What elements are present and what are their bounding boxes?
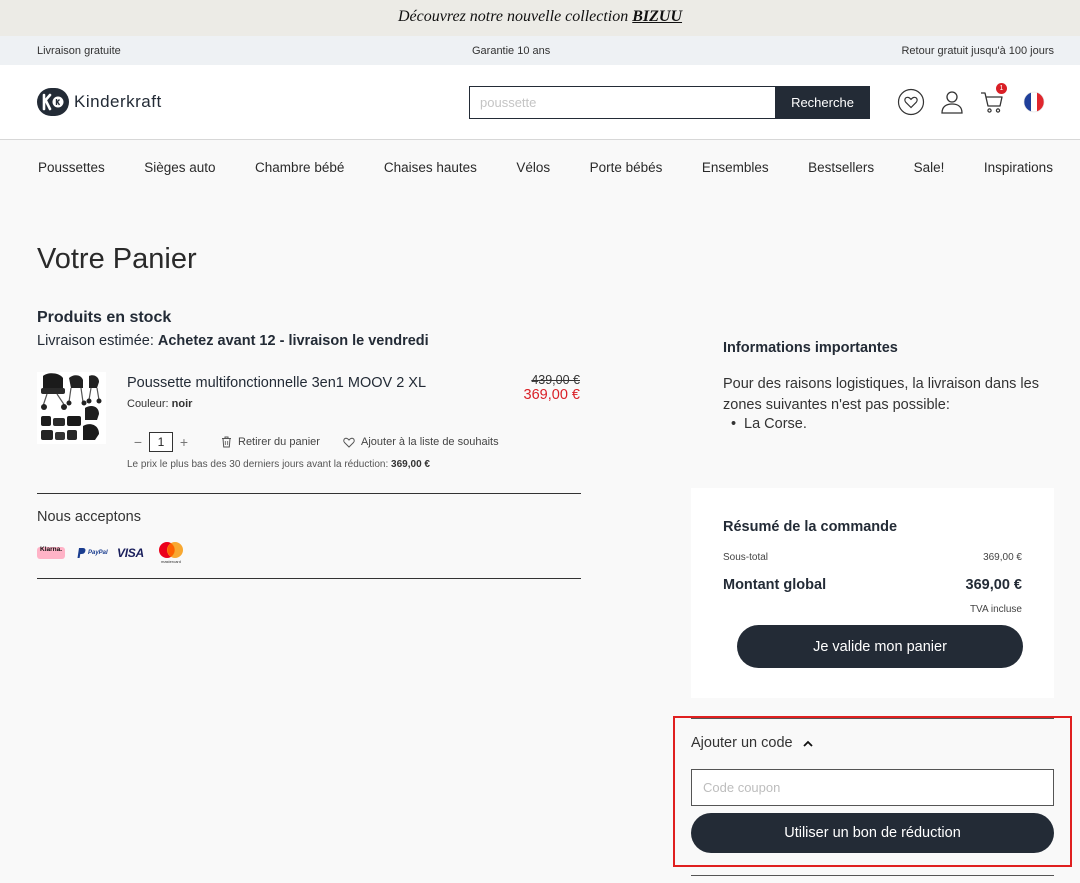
quantity-input[interactable]: 1	[149, 432, 173, 452]
total-value: 369,00 €	[965, 577, 1022, 593]
quantity-decrease-button[interactable]: −	[127, 434, 149, 450]
remove-label: Retirer du panier	[238, 436, 320, 448]
paypal-label: PayPal	[88, 550, 108, 556]
estimate-label: Livraison estimée:	[37, 333, 158, 349]
language-selector[interactable]	[1020, 88, 1048, 116]
nav-item-inspirations[interactable]: Inspirations	[984, 160, 1053, 175]
nav-item-porte-bebes[interactable]: Porte bébés	[590, 160, 663, 175]
order-summary: Résumé de la commande Sous-total 369,00 …	[691, 488, 1054, 698]
nav-item-poussettes[interactable]: Poussettes	[38, 160, 105, 175]
nav-item-chaises-hautes[interactable]: Chaises hautes	[384, 160, 477, 175]
free-return-text: Retour gratuit jusqu'à 100 jours	[901, 44, 1054, 57]
info-bar: Livraison gratuite Garantie 10 ans Retou…	[0, 36, 1080, 65]
visa-icon: VISA	[117, 543, 144, 563]
nav-item-sale[interactable]: Sale!	[914, 160, 945, 175]
main-nav: Poussettes Sièges auto Chambre bébé Chai…	[0, 140, 1080, 194]
search-button[interactable]: Recherche	[775, 86, 870, 119]
lowest-price-label: Le prix le plus bas des 30 derniers jour…	[127, 459, 392, 470]
wishlist-button[interactable]	[897, 88, 925, 116]
trash-icon	[222, 436, 231, 448]
wishlist-label: Ajouter à la liste de souhaits	[361, 436, 499, 448]
product-image[interactable]	[37, 372, 106, 444]
free-shipping-text: Livraison gratuite	[37, 44, 121, 57]
promo-banner: Découvrez notre nouvelle collection BIZU…	[0, 0, 1080, 36]
warranty-text: Garantie 10 ans	[471, 44, 551, 57]
logo-text: Kinderkraft	[74, 92, 162, 111]
validate-cart-button[interactable]: Je valide mon panier	[737, 625, 1023, 668]
total-label: Montant global	[723, 577, 827, 593]
accepted-payments-label: Nous acceptons	[37, 509, 141, 525]
color-label: Couleur:	[127, 398, 172, 410]
page-title: Votre Panier	[37, 243, 197, 275]
lowest-price-note: Le prix le plus bas des 30 derniers jour…	[127, 459, 430, 470]
mastercard-icon: mastercard	[156, 541, 186, 567]
divider	[37, 493, 581, 494]
info-text: Pour des raisons logistiques, la livrais…	[723, 376, 1039, 413]
subtotal-value: 369,00 €	[983, 552, 1022, 563]
cart-button[interactable]: 1	[978, 83, 1007, 116]
heart-outline-icon	[343, 437, 355, 448]
divider	[691, 875, 1054, 876]
lowest-price-value: 369,00 €	[391, 459, 430, 470]
remove-button[interactable]: Retirer du panier	[221, 436, 320, 448]
nav-item-velos[interactable]: Vélos	[516, 160, 550, 175]
promo-text: Découvrez notre nouvelle collection	[397, 8, 633, 25]
search-bar: Recherche	[469, 86, 870, 119]
visa-label: VISA	[117, 546, 144, 560]
delivery-estimate: Livraison estimée: Achetez avant 12 - li…	[37, 333, 429, 349]
account-button[interactable]	[938, 88, 966, 116]
nav-item-chambre-bebe[interactable]: Chambre bébé	[255, 160, 344, 175]
promo-link[interactable]: BIZUU	[632, 8, 682, 25]
current-price: 369,00 €	[523, 387, 580, 403]
divider	[691, 718, 1054, 719]
stock-heading: Produits en stock	[37, 309, 172, 326]
apply-coupon-button[interactable]: Utiliser un bon de réduction	[691, 813, 1054, 853]
product-color: Couleur: noir	[127, 398, 192, 410]
coupon-heading: Ajouter un code	[691, 735, 793, 751]
add-to-wishlist-button[interactable]: Ajouter à la liste de souhaits	[343, 436, 499, 448]
nav-item-ensembles[interactable]: Ensembles	[702, 160, 769, 175]
estimate-value: Achetez avant 12 - livraison le vendredi	[157, 333, 429, 349]
klarna-label: Klarna.	[40, 546, 63, 553]
chevron-up-icon	[802, 740, 813, 747]
paypal-icon: PayPal	[77, 543, 108, 563]
product-name[interactable]: Poussette multifonctionnelle 3en1 MOOV 2…	[127, 375, 426, 391]
flag-fr-icon	[1023, 91, 1045, 113]
quantity-stepper: − 1 +	[127, 432, 195, 452]
heart-icon	[897, 88, 925, 116]
info-heading: Informations importantes	[723, 340, 898, 356]
cart-count-badge: 1	[996, 83, 1007, 94]
vat-note: TVA incluse	[969, 604, 1022, 615]
site-header: Kinderkraft Recherche 1	[0, 65, 1080, 140]
klarna-icon: Klarna.	[37, 543, 65, 563]
logo-mark-icon	[37, 88, 69, 116]
user-icon	[941, 91, 963, 114]
coupon-code-input[interactable]	[691, 769, 1054, 806]
search-input[interactable]	[469, 86, 775, 119]
old-price: 439,00 €	[531, 373, 580, 387]
summary-heading: Résumé de la commande	[723, 519, 898, 535]
mastercard-label: mastercard	[160, 559, 181, 564]
logo[interactable]: Kinderkraft	[37, 88, 162, 116]
subtotal-label: Sous-total	[723, 552, 769, 563]
nav-item-sieges-auto[interactable]: Sièges auto	[144, 160, 215, 175]
quantity-increase-button[interactable]: +	[173, 434, 195, 450]
info-list-item: La Corse.	[731, 416, 807, 432]
nav-item-bestsellers[interactable]: Bestsellers	[808, 160, 874, 175]
coupon-toggle[interactable]: Ajouter un code	[691, 735, 813, 751]
color-value: noir	[171, 398, 193, 410]
divider	[37, 578, 581, 579]
